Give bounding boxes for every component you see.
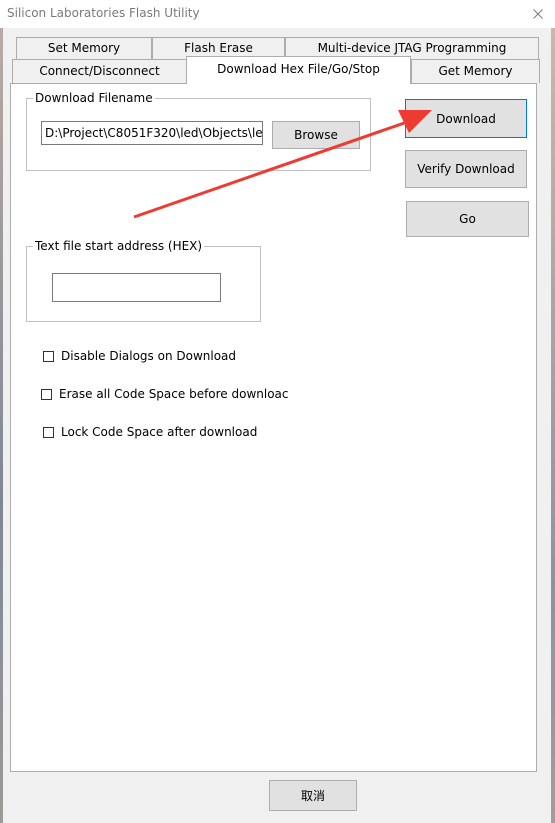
tab-label: Set Memory: [47, 41, 121, 55]
tab-label: Download Hex File/Go/Stop: [217, 62, 380, 76]
filename-input[interactable]: D:\Project\C8051F320\led\Objects\led: [41, 121, 263, 145]
tab-label: Connect/Disconnect: [39, 64, 160, 78]
close-icon: [533, 9, 543, 19]
cancel-label: 取消: [300, 789, 325, 803]
lock-code-space-label: Lock Code Space after download: [61, 425, 258, 439]
start-address-input[interactable]: [52, 273, 221, 302]
browse-button[interactable]: Browse: [272, 121, 360, 149]
download-filename-group: Download Filename D:\Project\C8051F320\l…: [26, 91, 371, 171]
window-title: Silicon Laboratories Flash Utility: [7, 6, 200, 20]
tab-label: Get Memory: [438, 64, 513, 78]
window-edge-left: [0, 28, 3, 823]
disable-dialogs-checkbox[interactable]: [43, 350, 54, 362]
tab-connect-disconnect[interactable]: Connect/Disconnect: [12, 59, 187, 83]
download-label: Download: [436, 111, 496, 126]
option-disable-dialogs[interactable]: Disable Dialogs on Download: [43, 349, 236, 363]
go-button[interactable]: Go: [406, 201, 529, 237]
disable-dialogs-label: Disable Dialogs on Download: [61, 349, 237, 363]
download-filename-legend: Download Filename: [33, 91, 155, 105]
browse-label: Browse: [294, 128, 338, 142]
title-bar: Silicon Laboratories Flash Utility: [0, 0, 555, 28]
erase-code-space-label: Erase all Code Space before downloac: [59, 387, 289, 401]
start-address-group: Text file start address (HEX): [26, 239, 261, 322]
window-edge-right: [551, 28, 555, 823]
go-label: Go: [459, 212, 476, 226]
start-address-legend: Text file start address (HEX): [33, 239, 205, 253]
cancel-button[interactable]: 取消: [269, 780, 357, 811]
erase-code-space-checkbox[interactable]: [41, 388, 52, 400]
option-erase-code-space[interactable]: Erase all Code Space before downloac: [41, 387, 289, 401]
tab-set-memory[interactable]: Set Memory: [16, 37, 152, 60]
option-lock-code-space[interactable]: Lock Code Space after download: [43, 425, 257, 439]
lock-code-space-checkbox[interactable]: [43, 426, 54, 438]
verify-download-button[interactable]: Verify Download: [405, 150, 527, 188]
verify-download-label: Verify Download: [417, 162, 515, 176]
close-button[interactable]: [521, 0, 555, 28]
tab-panel: Download Filename D:\Project\C8051F320\l…: [10, 83, 537, 772]
tab-get-memory[interactable]: Get Memory: [411, 59, 540, 83]
download-button[interactable]: Download: [405, 99, 527, 138]
tab-download-hex[interactable]: Download Hex File/Go/Stop: [186, 56, 411, 84]
